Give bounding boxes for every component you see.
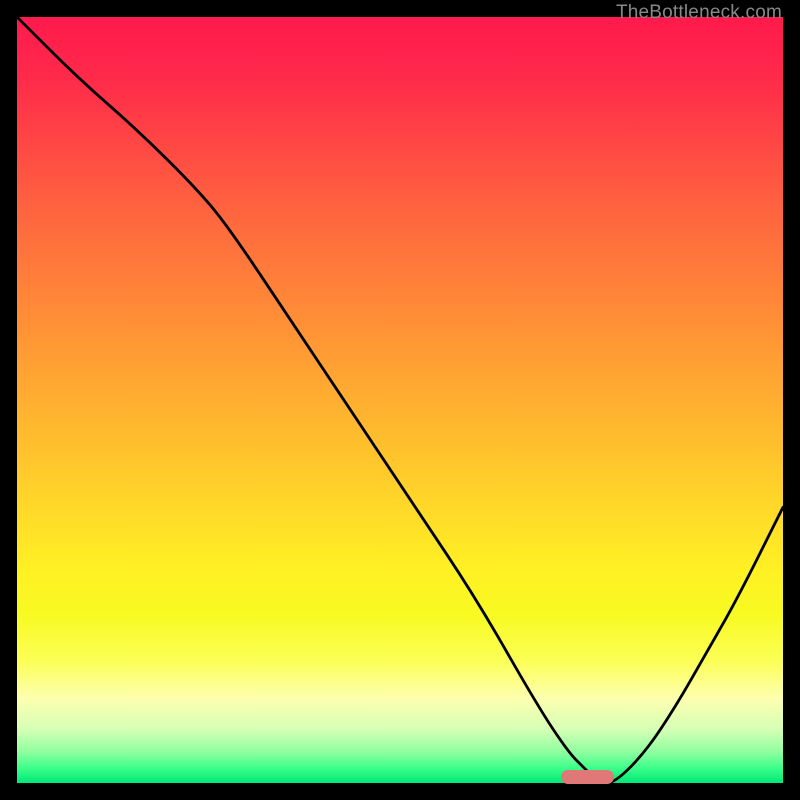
chart-container: TheBottleneck.com [0,0,800,800]
attribution-text: TheBottleneck.com [616,2,782,24]
plot-area [17,17,783,783]
optimal-marker [561,770,615,784]
